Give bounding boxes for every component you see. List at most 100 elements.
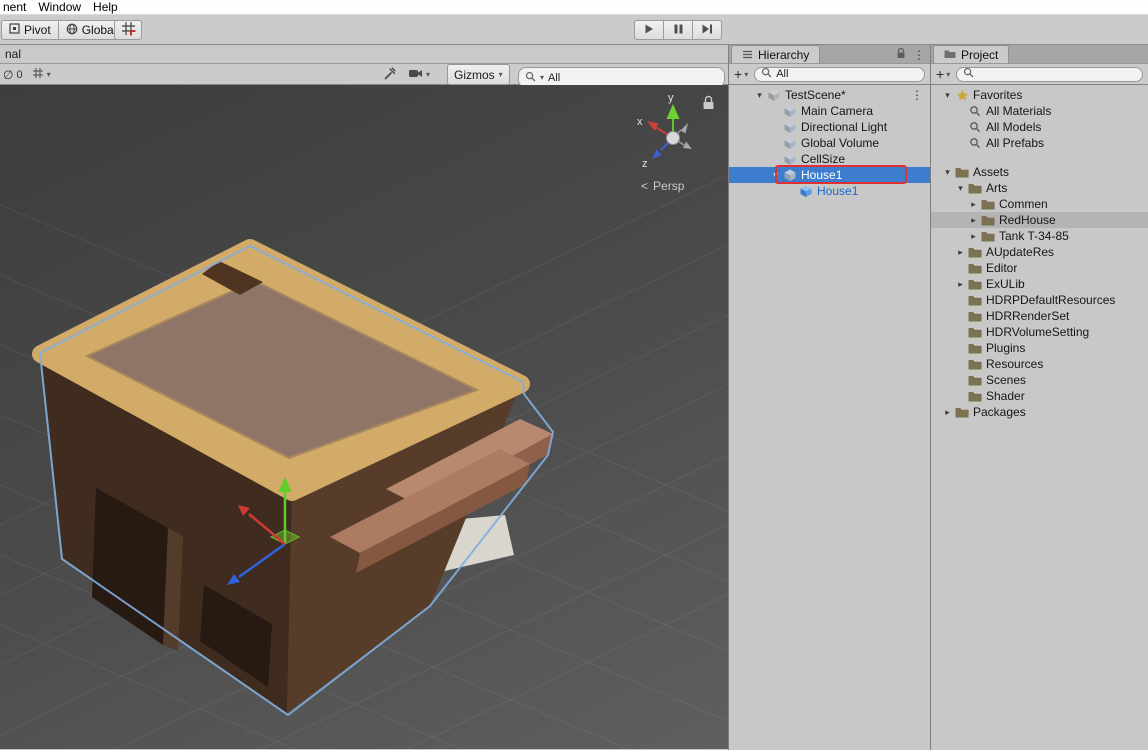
house-model[interactable] — [32, 239, 555, 717]
scene-viewport-3d[interactable]: y x z — [0, 85, 728, 749]
perspective-indicator[interactable]: < Persp — [641, 179, 684, 193]
expand-arrow-icon[interactable]: ▾ — [941, 90, 954, 101]
project-tab-label: Project — [961, 47, 999, 62]
unity-editor-window: nent Window Help Pivot Global nal ∅ 0 ▾ … — [0, 0, 1148, 750]
search-filter-caret-icon[interactable]: ▾ — [540, 73, 544, 82]
project-item-scenes[interactable]: Scenes — [931, 372, 1148, 388]
project-item-editor[interactable]: Editor — [931, 260, 1148, 276]
folder-icon — [967, 341, 983, 355]
orientation-gizmo[interactable]: y x z — [637, 92, 692, 170]
scene-tab-fragment[interactable]: nal — [3, 47, 21, 61]
scene-panel: nal ∅ 0 ▾ ▾ Gizmos ▾ ▾ All y x z < Persp — [0, 45, 728, 750]
hierarchy-item-house1[interactable]: House1 — [729, 183, 930, 199]
hierarchy-item-house1[interactable]: ▾ House1 — [729, 165, 930, 184]
project-item-commen[interactable]: ▸ Commen — [931, 196, 1148, 212]
create-caret-icon: ▾ — [744, 69, 749, 79]
project-item-assets[interactable]: ▾ Assets — [931, 164, 1148, 180]
tab-project[interactable]: Project — [933, 45, 1010, 63]
gizmos-dropdown[interactable]: Gizmos ▾ — [447, 64, 510, 85]
hierarchy-create-button[interactable]: + ▾ — [734, 66, 748, 82]
expand-arrow-icon[interactable]: ▸ — [967, 231, 980, 242]
project-tree: ▾ Favorites All Materials All Models All Pre… — [931, 85, 1148, 420]
axis-z-label: z — [642, 158, 648, 170]
gameobject-icon — [782, 168, 798, 182]
folder-icon — [980, 197, 996, 211]
axis-negative-cone[interactable] — [680, 123, 689, 134]
project-item-label: HDRRenderSet — [986, 309, 1070, 323]
axis-z-cone[interactable] — [652, 149, 662, 160]
folder-icon — [967, 181, 983, 195]
pivot-toggle-button[interactable]: Pivot — [1, 20, 59, 40]
scene-options-button[interactable]: ⋮ — [911, 88, 923, 102]
hierarchy-item-testscene[interactable]: ▾ TestScene* ⋮ — [729, 87, 930, 103]
project-item-resources[interactable]: Resources — [931, 356, 1148, 372]
expand-arrow-icon[interactable]: ▸ — [954, 279, 967, 290]
project-item-label: Arts — [986, 181, 1008, 195]
grid-visibility-icon[interactable] — [32, 67, 44, 82]
project-item-arts[interactable]: ▾ Arts — [931, 180, 1148, 196]
camera-dropdown-caret-icon[interactable]: ▾ — [426, 70, 430, 79]
axis-negative-cone[interactable] — [683, 141, 692, 150]
menu-item-help[interactable]: Help — [90, 0, 127, 14]
grid-dropdown-caret-icon[interactable]: ▾ — [47, 70, 51, 79]
hierarchy-tabstrip: Hierarchy ⋮ — [729, 45, 930, 64]
pause-button[interactable] — [663, 20, 693, 40]
scene-tools-icon[interactable] — [383, 67, 396, 83]
expand-arrow-icon[interactable]: ▾ — [753, 90, 766, 101]
gizmos-label: Gizmos — [454, 67, 495, 82]
project-item-label: Scenes — [986, 373, 1027, 387]
hierarchy-item-directional-light[interactable]: Directional Light — [729, 119, 930, 135]
expand-arrow-icon[interactable]: ▸ — [941, 407, 954, 418]
folder-icon — [980, 213, 996, 227]
camera-disabled-icon[interactable]: ∅ — [3, 68, 13, 82]
expand-arrow-icon[interactable]: ▾ — [769, 170, 782, 181]
project-item-shader[interactable]: Shader — [931, 388, 1148, 404]
hierarchy-menu-button[interactable]: ⋮ — [913, 48, 925, 62]
menu-item-truncated[interactable]: nent — [0, 0, 35, 14]
axis-x-cone[interactable] — [647, 121, 659, 131]
hierarchy-item-label: House1 — [817, 184, 859, 198]
project-item-hdrrenderset[interactable]: HDRRenderSet — [931, 308, 1148, 324]
lock-icon[interactable] — [896, 47, 906, 62]
tab-hierarchy[interactable]: Hierarchy — [731, 45, 821, 63]
project-item-tank-t-34-85[interactable]: ▸ Tank T-34-85 — [931, 228, 1148, 244]
expand-arrow-icon[interactable]: ▾ — [954, 183, 967, 194]
project-item-hdrvolumesetting[interactable]: HDRVolumeSetting — [931, 324, 1148, 340]
project-item-packages[interactable]: ▸ Packages — [931, 404, 1148, 420]
folder-icon — [967, 245, 983, 259]
orientation-gizmo-center[interactable] — [666, 131, 680, 145]
search-icon — [525, 71, 536, 85]
project-item-aupdateres[interactable]: ▸ AUpdateRes — [931, 244, 1148, 260]
expand-arrow-icon[interactable]: ▸ — [967, 215, 980, 226]
project-item-hdrpdefaultresources[interactable]: HDRPDefaultResources — [931, 292, 1148, 308]
hierarchy-item-label: TestScene* — [785, 88, 846, 102]
project-item-exulib[interactable]: ▸ ExULib — [931, 276, 1148, 292]
expand-arrow-icon[interactable]: ▸ — [967, 199, 980, 210]
expand-arrow-icon[interactable]: ▾ — [941, 167, 954, 178]
project-item-all-prefabs[interactable]: All Prefabs — [931, 135, 1148, 151]
project-item-favorites[interactable]: ▾ Favorites — [931, 87, 1148, 103]
global-label: Global — [81, 23, 117, 37]
project-item-label: Plugins — [986, 341, 1026, 355]
scene-view[interactable]: y x z < Persp — [0, 85, 728, 749]
scene-lock-icon[interactable] — [703, 95, 714, 110]
expand-arrow-icon[interactable]: ▸ — [954, 247, 967, 258]
hierarchy-item-cellsize[interactable]: CellSize — [729, 151, 930, 167]
step-button[interactable] — [692, 20, 722, 40]
axis-y-cone[interactable] — [666, 104, 680, 119]
project-item-all-models[interactable]: All Models — [931, 119, 1148, 135]
hierarchy-search-input[interactable]: All — [754, 66, 925, 82]
grid-snapping-button[interactable] — [114, 20, 142, 40]
play-icon — [644, 23, 654, 37]
project-create-button[interactable]: + ▾ — [936, 66, 950, 82]
project-item-plugins[interactable]: Plugins — [931, 340, 1148, 356]
hierarchy-item-main-camera[interactable]: Main Camera — [729, 103, 930, 119]
hierarchy-item-global-volume[interactable]: Global Volume — [729, 135, 930, 151]
menu-item-window[interactable]: Window — [35, 0, 90, 14]
project-item-all-materials[interactable]: All Materials — [931, 103, 1148, 119]
project-search-input[interactable] — [956, 66, 1143, 82]
scene-camera-icon[interactable] — [408, 68, 423, 82]
axis-y-label: y — [668, 92, 674, 104]
play-button[interactable] — [634, 20, 664, 40]
project-item-redhouse[interactable]: ▸ RedHouse — [931, 212, 1148, 228]
